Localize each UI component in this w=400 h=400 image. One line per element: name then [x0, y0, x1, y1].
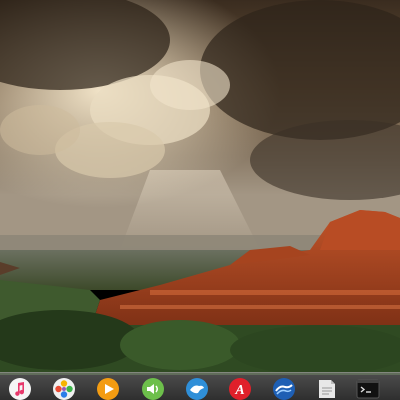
wave-globe-icon[interactable]	[272, 377, 296, 400]
speaker-icon[interactable]	[141, 377, 165, 400]
play-icon[interactable]	[96, 377, 120, 400]
photos-flower-icon[interactable]	[52, 377, 76, 400]
dock: A	[0, 372, 400, 400]
desktop-wallpaper	[0, 0, 400, 375]
letter-a-icon[interactable]: A	[228, 377, 252, 400]
terminal-icon[interactable]	[356, 377, 380, 400]
bird-icon[interactable]	[185, 377, 209, 400]
music-app-icon[interactable]	[8, 377, 32, 400]
letter-a-label: A	[234, 383, 244, 398]
note-paper-icon[interactable]	[315, 377, 339, 400]
desktop-screen: A	[0, 0, 400, 400]
